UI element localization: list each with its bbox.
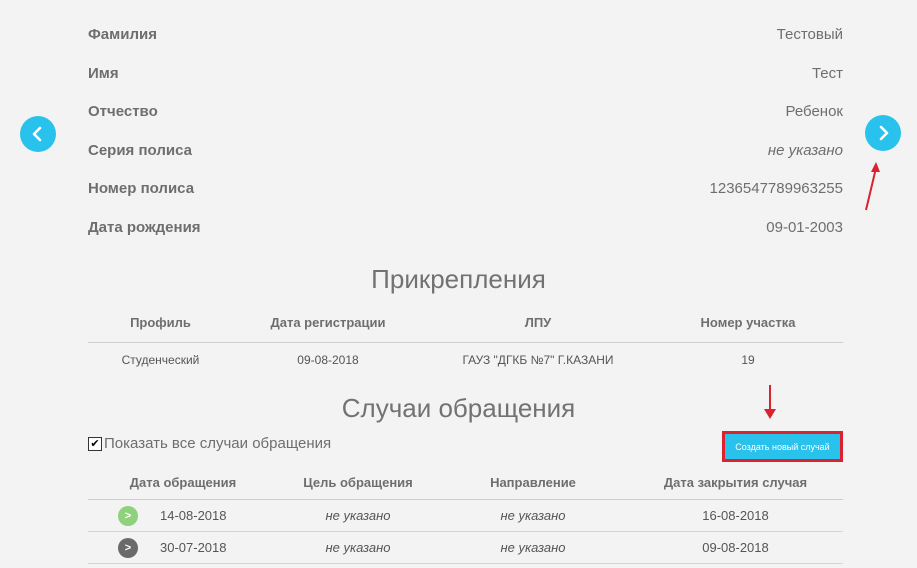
chevron-right-icon[interactable]: > (118, 537, 138, 558)
previous-button[interactable] (20, 116, 56, 152)
info-label: Дата рождения (88, 218, 201, 236)
info-value: 09-01-2003 (766, 218, 843, 236)
table-header: Дата обращения Цель обращения Направление Д… (88, 465, 843, 500)
table-cell: 19 (741, 353, 755, 367)
column-header: Дата закрытия случая (663, 474, 808, 490)
annotation-arrow-icon (865, 162, 880, 211)
column-header: Дата обращения (129, 474, 237, 490)
info-row: Отчество Ребенок (88, 99, 843, 123)
info-label: Имя (88, 64, 119, 82)
column-header: Профиль (130, 314, 191, 330)
info-row: Фамилия Тестовый (88, 22, 843, 46)
column-header: Направление (490, 474, 576, 490)
case-date-cell: >14-08-2018 (88, 505, 278, 526)
info-value: Тестовый (776, 25, 843, 43)
case-date: 30-07-2018 (160, 540, 227, 555)
info-row: Дата рождения 09-01-2003 (88, 215, 843, 239)
cases-table: Дата обращения Цель обращения Направление Д… (88, 465, 843, 564)
table-header: Профиль Дата регистрации ЛПУ Номер участка (88, 302, 843, 343)
table-cell: ГАУЗ "ДГКБ №7" Г.КАЗАНИ (462, 353, 614, 367)
info-label: Фамилия (88, 25, 157, 43)
case-closed-date: 09-08-2018 (702, 540, 769, 555)
create-case-button[interactable]: Создать новый случай (722, 431, 843, 462)
chevron-right-icon (879, 125, 889, 141)
column-header: Цель обращения (303, 474, 413, 490)
info-label: Отчество (88, 102, 158, 120)
attachments-table: Профиль Дата регистрации ЛПУ Номер участка С… (88, 302, 843, 377)
info-row: Номер полиса 1236547789963255 (88, 176, 843, 200)
table-cell: Студенческий (121, 353, 200, 367)
info-value: Тест (811, 64, 843, 82)
info-row: Серия полиса не указано (88, 138, 843, 162)
column-header: ЛПУ (524, 314, 552, 330)
column-header: Номер участка (700, 314, 796, 330)
info-value: не указано (767, 141, 843, 159)
case-closed-date: 16-08-2018 (702, 508, 769, 523)
chevron-left-icon (32, 126, 42, 142)
case-date: 14-08-2018 (160, 508, 227, 523)
table-row[interactable]: >30-07-2018 не указано не указано 09-08-201… (88, 532, 843, 564)
show-all-cases-label: Показать все случаи обращения (104, 435, 332, 452)
chevron-right-icon[interactable]: > (118, 505, 138, 526)
attachments-title: Прикрепления (371, 264, 546, 294)
info-value: Ребенок (785, 102, 843, 120)
next-button[interactable] (865, 115, 901, 151)
table-row[interactable]: >14-08-2018 не указано не указано 16-08-201… (88, 500, 843, 532)
info-row: Имя Тест (88, 61, 843, 85)
case-purpose: не указано (325, 540, 391, 555)
case-date-cell: >30-07-2018 (88, 537, 278, 558)
table-cell: 09-08-2018 (297, 353, 359, 367)
info-label: Номер полиса (88, 179, 195, 197)
info-value: 1236547789963255 (709, 179, 843, 197)
show-all-cases-checkbox[interactable]: ✔ Показать все случаи обращения (88, 435, 331, 452)
case-purpose: не указано (325, 508, 391, 523)
info-label: Серия полиса (88, 141, 192, 159)
column-header: Дата регистрации (270, 314, 386, 330)
case-referral: не указано (500, 540, 566, 555)
cases-title: Случаи обращения (341, 393, 576, 423)
checkbox-icon[interactable]: ✔ (88, 436, 102, 451)
case-referral: не указано (500, 508, 566, 523)
table-row: Студенческий 09-08-2018 ГАУЗ "ДГКБ №7" Г.К… (88, 343, 843, 377)
